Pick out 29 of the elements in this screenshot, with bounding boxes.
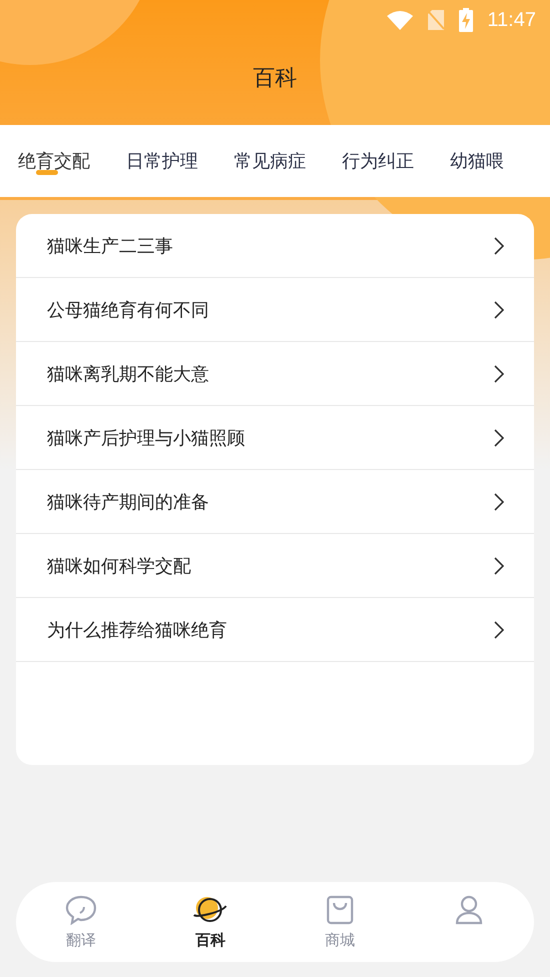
chevron-right-icon bbox=[494, 300, 504, 318]
no-sim-icon bbox=[427, 9, 446, 31]
status-time: 11:47 bbox=[487, 8, 536, 32]
chevron-right-icon bbox=[494, 364, 504, 382]
battery-charging-icon bbox=[459, 8, 474, 32]
article-item[interactable]: 猫咪产后护理与小猫照顾 bbox=[16, 406, 534, 470]
shopping-bag-icon bbox=[324, 894, 355, 924]
chevron-right-icon bbox=[494, 492, 504, 510]
category-tab[interactable]: 行为纠正 bbox=[342, 145, 414, 177]
chevron-right-icon bbox=[494, 236, 504, 254]
wifi-icon bbox=[387, 10, 414, 30]
chevron-right-icon bbox=[494, 620, 504, 638]
chevron-right-icon bbox=[494, 556, 504, 574]
article-item[interactable]: 猫咪生产二三事 bbox=[16, 214, 534, 278]
chat-icon bbox=[64, 894, 97, 924]
category-tab[interactable]: 常见病症 bbox=[234, 145, 306, 177]
article-item[interactable]: 猫咪待产期间的准备 bbox=[16, 470, 534, 534]
article-item[interactable]: 猫咪如何科学交配 bbox=[16, 534, 534, 598]
nav-item[interactable]: 百科 bbox=[146, 882, 275, 962]
person-icon bbox=[454, 895, 484, 925]
article-item[interactable]: 公母猫绝育有何不同 bbox=[16, 278, 534, 342]
page-title: 百科 bbox=[253, 64, 297, 92]
category-tab[interactable]: 幼猫喂 bbox=[450, 145, 504, 177]
article-item[interactable]: 为什么推荐给猫咪绝育 bbox=[16, 598, 534, 662]
category-tab[interactable]: 绝育交配 bbox=[18, 145, 90, 177]
category-tab[interactable]: 日常护理 bbox=[126, 145, 198, 177]
chevron-right-icon bbox=[494, 428, 504, 446]
article-item[interactable]: 猫咪离乳期不能大意 bbox=[16, 342, 534, 406]
planet-icon bbox=[192, 894, 228, 924]
